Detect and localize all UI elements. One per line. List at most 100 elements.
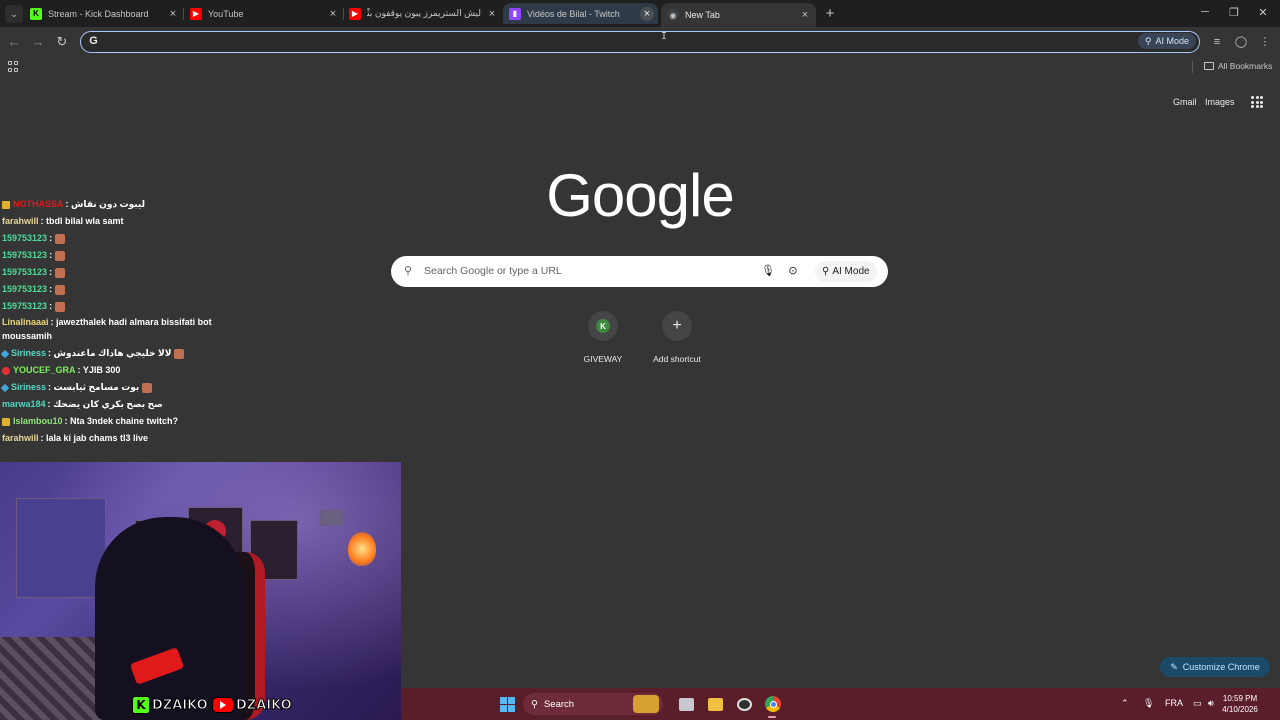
file-explorer-button[interactable] (705, 694, 725, 714)
chat-username: 159753123 (2, 301, 48, 311)
microphone-icon[interactable]: 🎙︎ (1143, 698, 1154, 709)
back-button[interactable]: ← (6, 34, 22, 50)
tab-twitch-videos[interactable]: ▮ Vidéos de Bilal - Twitch × (503, 3, 658, 24)
close-icon[interactable]: × (640, 6, 654, 21)
chat-message: 159753123: (2, 298, 242, 315)
chat-message: 159753123: (2, 230, 242, 247)
webcam-overlay: K DZAIKO DZAIKO (0, 462, 401, 720)
chat-text: : (49, 301, 53, 311)
minimize-button[interactable]: ─ (1198, 6, 1212, 18)
microphone-icon[interactable]: 🎙︎ (761, 264, 775, 278)
tab-kick-dashboard[interactable]: K Stream - Kick Dashboard × (30, 3, 180, 24)
arrow-left-icon: ← (7, 34, 21, 49)
tab-title: New Tab (685, 10, 720, 20)
lens-icon[interactable]: ⊙ (787, 264, 799, 278)
chat-text: : صح بصح بكري كان يضحك (47, 399, 163, 409)
windows-logo-icon (499, 696, 515, 712)
pencil-icon: ✎ (1170, 661, 1178, 672)
kick-brand: K DZAIKO (132, 695, 208, 715)
address-bar[interactable]: G ⚲ AI Mode (80, 31, 1200, 53)
ai-mode-button[interactable]: ⚲ AI Mode (1137, 33, 1196, 49)
ntp-search-box[interactable]: ⚲ Search Google or type a URL 🎙︎ ⊙ ⚲ AI … (391, 256, 888, 287)
close-icon[interactable]: × (485, 7, 499, 21)
apps-grid-icon[interactable] (8, 61, 19, 72)
emote-icon (55, 267, 66, 278)
taskbar-clock[interactable]: 10:59 PM 4/10/2026 (1218, 693, 1262, 715)
chat-username: Siriness (11, 382, 47, 392)
google-logo: Google (546, 162, 734, 229)
shortcut-label: Add shortcut (653, 354, 701, 364)
tab-title: YouTube (208, 8, 244, 19)
emote-icon (55, 301, 66, 312)
profile-icon[interactable]: ◯ (1234, 35, 1248, 49)
chevron-up-icon[interactable]: ⌃ (1121, 698, 1129, 709)
chat-username: marwa184 (2, 399, 46, 409)
chat-username: Linalinaaai (2, 317, 49, 327)
close-icon[interactable]: × (326, 7, 340, 21)
chat-username: Siriness (11, 348, 47, 358)
tab-divider (343, 8, 344, 20)
tab-new-tab[interactable]: ◉ New Tab × (661, 3, 816, 27)
chat-text: : لالا خليجي هاداك ماعندوش (48, 348, 172, 358)
chat-text: : lala ki jab chams tl3 live (40, 433, 149, 443)
network-icon[interactable]: ▭ (1193, 698, 1202, 709)
language-indicator[interactable]: FRA (1165, 698, 1183, 708)
taskbar-search[interactable]: ⚲ Search (523, 693, 663, 715)
chat-message: farahwill: lala ki jab chams tl3 live (2, 430, 242, 447)
forward-button[interactable]: → (30, 34, 46, 50)
plus-icon: + (825, 5, 835, 22)
chat-message: marwa184: صح بصح بكري كان يضحك (2, 396, 242, 413)
add-shortcut-button[interactable]: + Add shortcut (642, 311, 712, 364)
youtube-icon: ▶ (190, 7, 202, 20)
gmail-link[interactable]: Gmail (1173, 97, 1197, 107)
chat-username: 159753123 (2, 233, 48, 243)
images-link[interactable]: Images (1205, 97, 1235, 107)
chat-message: 159753123: (2, 247, 242, 264)
customize-chrome-button[interactable]: ✎ Customize Chrome (1160, 657, 1270, 677)
restore-button[interactable]: ❐ (1227, 6, 1241, 19)
all-bookmarks-button[interactable]: All Bookmarks (1204, 61, 1272, 71)
chrome-taskbar-button[interactable] (763, 694, 783, 714)
kick-channel-name: DZAIKO (152, 697, 209, 713)
start-button[interactable] (497, 694, 517, 714)
dot-badge-icon (2, 366, 10, 375)
gem-badge-icon (0, 383, 10, 392)
streamer-person (95, 517, 245, 720)
obs-icon (736, 697, 752, 711)
kebab-menu-icon[interactable]: ⋮ (1258, 35, 1272, 49)
window-close-button[interactable]: ✕ (1256, 6, 1270, 19)
chat-text: : Nta 3ndek chaine twitch? (64, 416, 179, 426)
chevron-down-icon: ⌄ (10, 8, 18, 19)
address-input[interactable] (105, 33, 1105, 50)
search-highlight-icon (633, 695, 659, 713)
search-icon: ⚲ (531, 698, 538, 710)
chat-message: Islambou10: Nta 3ndek chaine twitch? (2, 413, 242, 430)
close-icon[interactable]: × (166, 7, 180, 21)
obs-button[interactable] (734, 694, 754, 714)
volume-icon[interactable]: 🔊︎ (1208, 698, 1214, 709)
chat-message: farahwill: tbdl bilal wla samt (2, 213, 242, 230)
chat-text: : (49, 250, 53, 260)
tab-search-button[interactable]: ⌄ (5, 5, 23, 23)
clock-date: 4/10/2026 (1222, 705, 1258, 714)
youtube-logo-icon (212, 697, 234, 713)
plus-icon: + (672, 317, 682, 334)
chat-username: farahwill (2, 216, 39, 226)
new-tab-button[interactable]: + (822, 6, 838, 22)
task-view-button[interactable] (676, 694, 696, 714)
ai-mode-label: AI Mode (832, 266, 870, 277)
ai-mode-button[interactable]: ⚲ AI Mode (815, 261, 877, 282)
tab-search-icon[interactable]: ≡ (1210, 35, 1224, 49)
chat-message: Siriness: بوت مسامح ثيابست (0, 379, 242, 396)
crown-badge-icon (2, 417, 10, 426)
tab-divider (183, 8, 184, 20)
close-icon[interactable]: × (798, 8, 812, 22)
reload-button[interactable]: ↻ (54, 34, 70, 50)
tab-strip: ⌄ K Stream - Kick Dashboard × ▶ YouTube … (0, 0, 1280, 27)
google-g-icon: G (89, 35, 98, 47)
google-apps-icon[interactable] (1251, 96, 1263, 108)
shortcut-giveway[interactable]: K GIVEWAY (568, 311, 638, 364)
tab-youtube[interactable]: ▶ YouTube × (190, 3, 340, 24)
tab-youtube-video[interactable]: ▶ ليش الستريمرز يبون يوقفون بثّوت... × (349, 3, 499, 24)
ai-mode-label: AI Mode (1155, 36, 1189, 46)
